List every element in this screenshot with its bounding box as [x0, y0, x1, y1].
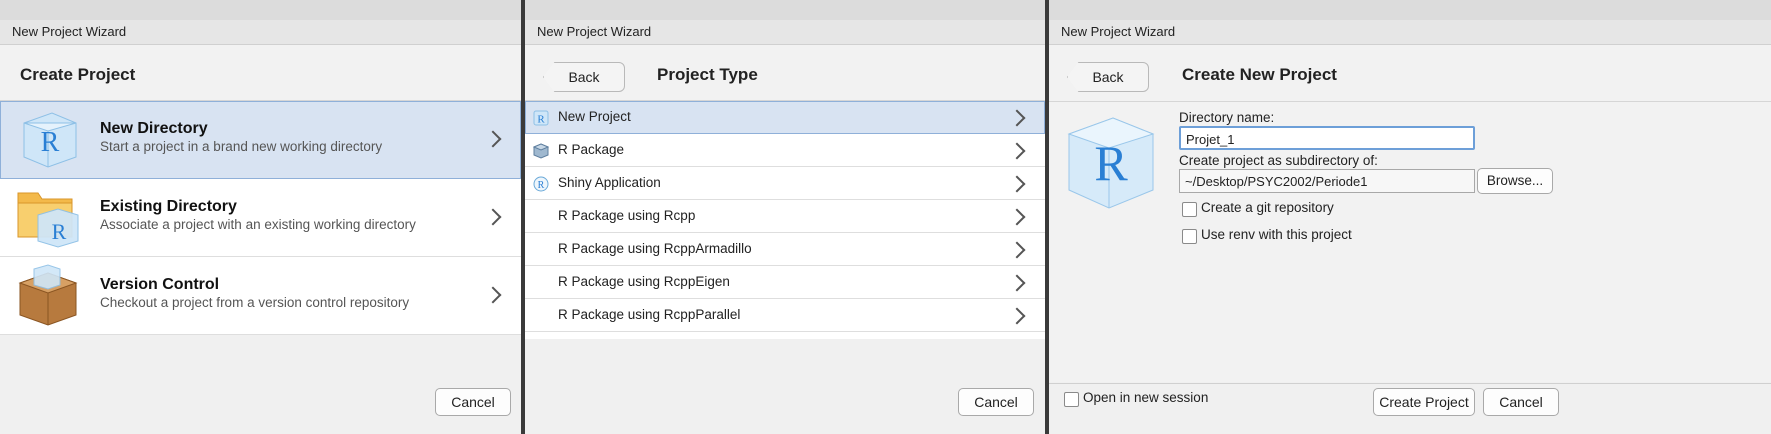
chevron-right-icon	[484, 208, 502, 226]
option-existing-directory[interactable]: R Existing Directory Associate a project…	[0, 179, 521, 257]
svg-text:R: R	[41, 127, 60, 158]
window-top-strip	[525, 0, 1045, 21]
window-title: New Project Wizard	[525, 20, 1045, 45]
package-icon	[533, 143, 549, 159]
directory-name-input[interactable]: Projet_1	[1179, 126, 1475, 150]
cancel-button[interactable]: Cancel	[435, 388, 511, 416]
list-item-r-package[interactable]: R Package	[525, 134, 1045, 167]
page-title: Create Project	[20, 65, 136, 84]
list-item-label: R Package using Rcpp	[558, 208, 696, 223]
r-cube-icon: R	[1067, 117, 1155, 209]
list-item-label: R Package using RcppArmadillo	[558, 241, 752, 256]
option-subtitle: Associate a project with an existing wor…	[100, 217, 416, 232]
option-title: New Directory	[100, 120, 208, 137]
renv-label: Use renv with this project	[1201, 227, 1352, 242]
option-version-control[interactable]: Version Control Checkout a project from …	[0, 257, 521, 335]
list-item-label: R Package using RcppEigen	[558, 274, 730, 289]
list-item-shiny-application[interactable]: R Shiny Application	[525, 167, 1045, 200]
list-item-rcppparallel[interactable]: R Package using RcppParallel	[525, 299, 1045, 332]
option-subtitle: Checkout a project from a version contro…	[100, 295, 410, 310]
list-item-rcpparmadillo[interactable]: R Package using RcppArmadillo	[525, 233, 1045, 266]
svg-text:R: R	[538, 180, 545, 191]
shiny-icon: R	[533, 176, 549, 192]
subdirectory-path-field: ~/Desktop/PSYC2002/Periode1	[1179, 169, 1475, 193]
chevron-right-icon	[1008, 208, 1026, 226]
back-button[interactable]: Back	[543, 62, 625, 92]
list-item-rcppeigen[interactable]: R Package using RcppEigen	[525, 266, 1045, 299]
renv-checkbox[interactable]	[1182, 229, 1197, 244]
list-item-label: R Package using RcppParallel	[558, 307, 741, 322]
svg-text:R: R	[52, 219, 67, 244]
form-area: R Directory name: Projet_1 Create projec…	[1049, 102, 1771, 382]
chevron-right-icon	[1008, 175, 1026, 193]
list-item-rcpp[interactable]: R Package using Rcpp	[525, 200, 1045, 233]
dialog-footer: Cancel	[525, 384, 1045, 434]
window-title: New Project Wizard	[0, 20, 521, 45]
option-new-directory[interactable]: R New Directory Start a project in a bra…	[0, 101, 521, 179]
cancel-button[interactable]: Cancel	[1483, 388, 1559, 416]
subdirectory-label: Create project as subdirectory of:	[1179, 153, 1378, 168]
cancel-button[interactable]: Cancel	[958, 388, 1034, 416]
list-item-label: R Package	[558, 142, 625, 157]
list-item-label: New Project	[558, 109, 631, 124]
option-subtitle: Start a project in a brand new working d…	[100, 139, 383, 154]
svg-text:R: R	[1094, 135, 1128, 191]
directory-name-label: Directory name:	[1179, 110, 1275, 125]
page-title: Project Type	[657, 65, 758, 84]
back-button[interactable]: Back	[1067, 62, 1149, 92]
svg-text:R: R	[537, 114, 545, 126]
box-icon	[18, 264, 78, 326]
window-top-strip	[0, 0, 521, 21]
browse-button[interactable]: Browse...	[1477, 168, 1553, 194]
dialog-footer: Cancel	[0, 384, 521, 434]
project-type-list: R New Project R Package R Shiny Applicat…	[525, 100, 1045, 339]
window-top-strip	[1049, 0, 1771, 21]
option-title: Version Control	[100, 276, 220, 293]
r-icon: R	[533, 110, 549, 126]
project-type-dialog: New Project Wizard Back Project Type R N…	[525, 0, 1045, 434]
chevron-right-icon	[1008, 142, 1026, 160]
window-title: New Project Wizard	[1049, 20, 1771, 45]
chevron-right-icon	[1008, 274, 1026, 292]
chevron-right-icon	[1008, 241, 1026, 259]
git-repo-checkbox[interactable]	[1182, 202, 1197, 217]
chevron-right-icon	[1008, 307, 1026, 325]
page-title: Create New Project	[1182, 65, 1337, 84]
create-project-button[interactable]: Create Project	[1373, 388, 1475, 416]
list-item-label: Shiny Application	[558, 175, 661, 190]
chevron-right-icon	[484, 286, 502, 304]
dialog-header: Back Create New Project	[1049, 45, 1771, 102]
chevron-right-icon	[1008, 109, 1026, 127]
git-repo-label: Create a git repository	[1201, 200, 1334, 215]
folder-r-icon: R	[17, 192, 79, 248]
r-cube-icon: R	[23, 112, 77, 168]
new-session-label: Open in new session	[1083, 390, 1209, 405]
list-item-new-project[interactable]: R New Project	[525, 101, 1045, 134]
option-title: Existing Directory	[100, 198, 237, 215]
project-options-list: R New Directory Start a project in a bra…	[0, 100, 521, 335]
create-new-project-dialog: New Project Wizard Back Create New Proje…	[1049, 0, 1771, 434]
create-project-dialog: New Project Wizard Create Project R New …	[0, 0, 521, 434]
new-session-checkbox[interactable]	[1064, 392, 1079, 407]
dialog-footer: Open in new session Create Project Cance…	[1049, 383, 1771, 434]
chevron-right-icon	[484, 130, 502, 148]
